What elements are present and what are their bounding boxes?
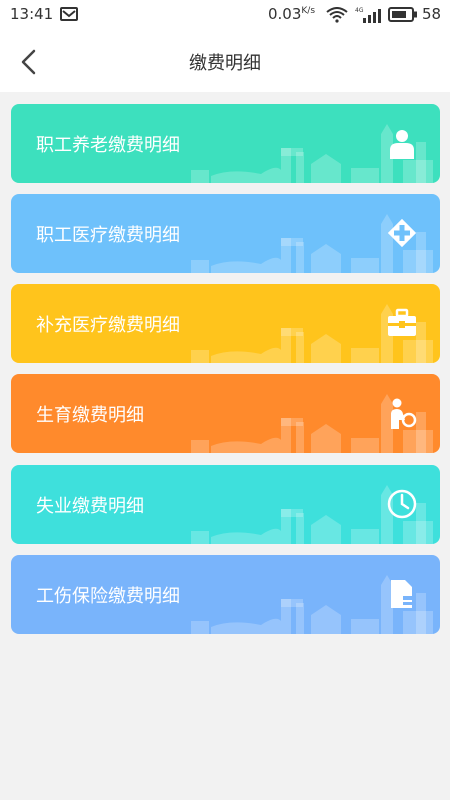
battery-icon — [388, 7, 418, 26]
card-label: 补充医疗缴费明细 — [36, 315, 180, 336]
medical-cross-icon — [387, 218, 417, 248]
page-title: 缴费明细 — [189, 53, 261, 74]
wifi-icon — [326, 7, 348, 27]
status-time: 13:41 — [10, 5, 54, 23]
card-label: 职工医疗缴费明细 — [36, 225, 180, 246]
card-supplementary-medical[interactable]: 补充医疗缴费明细 — [11, 284, 440, 363]
medical-kit-icon — [388, 308, 416, 336]
clock-icon — [387, 489, 417, 519]
card-label: 工伤保险缴费明细 — [36, 586, 180, 607]
speed-value: 0.03 — [268, 5, 302, 23]
mother-child-icon — [391, 398, 417, 429]
network-speed: 0.03K/s — [268, 5, 315, 23]
network-type: 4G — [355, 7, 364, 14]
card-pension[interactable]: 职工养老缴费明细 — [11, 104, 440, 183]
app-header: 缴费明细 — [0, 30, 450, 92]
card-work-injury[interactable]: 工伤保险缴费明细 — [11, 555, 440, 634]
signal-icon: 4G — [355, 6, 383, 28]
card-unemployment[interactable]: 失业缴费明细 — [11, 465, 440, 544]
speed-unit: K/s — [301, 6, 316, 16]
document-icon — [391, 580, 415, 608]
card-medical[interactable]: 职工医疗缴费明细 — [11, 194, 440, 273]
card-maternity[interactable]: 生育缴费明细 — [11, 374, 440, 453]
person-icon — [390, 130, 414, 159]
card-label: 失业缴费明细 — [36, 496, 144, 517]
battery-level: 58 — [422, 5, 442, 23]
card-label: 生育缴费明细 — [36, 405, 144, 426]
status-bar: 13:41 0.03K/s 4G 58 — [0, 0, 450, 30]
notification-icon — [60, 7, 78, 25]
card-label: 职工养老缴费明细 — [36, 135, 180, 156]
